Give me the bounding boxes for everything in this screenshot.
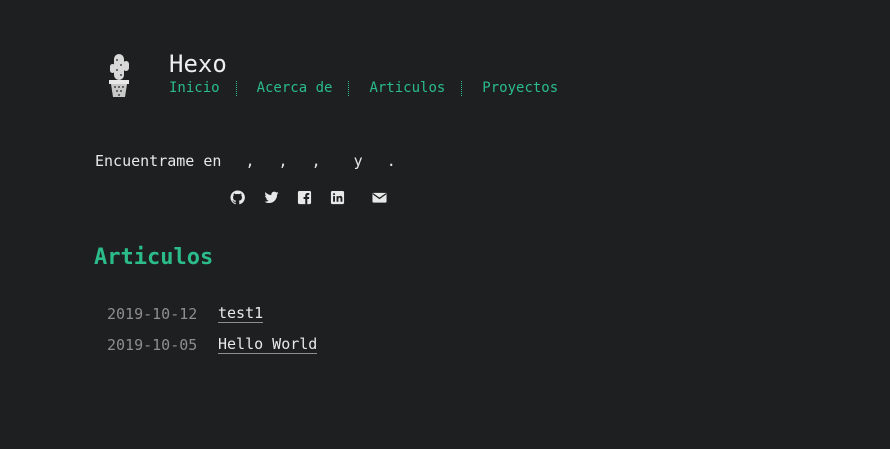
post-list: 2019-10-12 test1 2019-10-05 Hello World	[107, 298, 318, 360]
github-link[interactable]	[230, 154, 246, 204]
social-end: .	[386, 152, 396, 170]
nav-separator	[461, 80, 463, 96]
site-logo-link[interactable]	[107, 50, 133, 100]
site-title: Hexo	[169, 50, 227, 78]
list-item: 2019-10-05 Hello World	[107, 329, 318, 360]
post-date: 2019-10-05	[107, 335, 198, 354]
social-and: y	[344, 152, 372, 170]
nav-item-articulos[interactable]: Articulos	[369, 80, 445, 96]
twitter-link[interactable]	[264, 154, 279, 203]
linkedin-icon	[330, 190, 344, 204]
twitter-icon	[264, 191, 279, 203]
social-separator: ,	[245, 152, 264, 170]
social-separator: ,	[278, 152, 297, 170]
main-nav: Inicio Acerca de Articulos Proyectos	[169, 80, 558, 96]
facebook-link[interactable]	[297, 154, 312, 204]
nav-item-inicio[interactable]: Inicio	[169, 80, 220, 96]
github-icon	[230, 189, 246, 204]
page: Hexo Inicio Acerca de Articulos Proyecto…	[0, 0, 890, 449]
nav-separator	[348, 80, 350, 96]
linkedin-link[interactable]	[330, 154, 345, 204]
section-title: Articulos	[94, 245, 214, 270]
header: Hexo Inicio Acerca de Articulos Proyecto…	[107, 50, 558, 100]
post-date: 2019-10-12	[107, 304, 198, 323]
cactus-icon	[109, 54, 129, 97]
post-title-link[interactable]: Hello World	[218, 335, 318, 354]
mail-icon	[372, 192, 387, 203]
title-block: Hexo Inicio Acerca de Articulos Proyecto…	[169, 50, 558, 96]
social-links: Encuentrame en , , , y .	[95, 152, 396, 204]
facebook-icon	[297, 190, 311, 204]
post-title-link[interactable]: test1	[218, 304, 264, 323]
list-item: 2019-10-12 test1	[107, 298, 317, 329]
social-prefix: Encuentrame en	[95, 152, 231, 170]
nav-item-proyectos[interactable]: Proyectos	[482, 80, 558, 96]
mail-link[interactable]	[372, 154, 387, 203]
nav-item-acerca-de[interactable]: Acerca de	[257, 80, 333, 96]
nav-separator	[235, 80, 237, 96]
social-separator: ,	[311, 152, 330, 170]
